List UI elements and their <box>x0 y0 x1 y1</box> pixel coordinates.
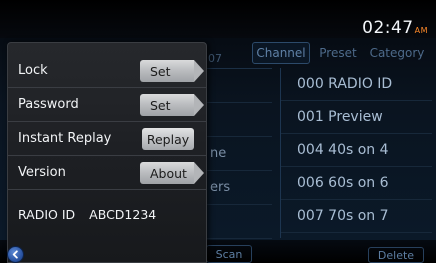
list-item[interactable]: ne <box>206 137 272 171</box>
list-item[interactable] <box>206 103 272 137</box>
clock: 02:47AM <box>362 18 428 38</box>
channel-item[interactable]: 006 60s on 6 <box>281 167 432 200</box>
screen: 02:47AM 07 Channel Preset Category ne er… <box>0 0 436 263</box>
about-button[interactable]: About <box>140 162 204 184</box>
setting-row-instant-replay: Instant Replay Replay <box>8 122 206 156</box>
setting-row-password: Password Set <box>8 88 206 122</box>
channel-list: 000 RADIO ID 001 Preview 004 40s on 4 00… <box>280 68 432 238</box>
delete-button[interactable]: Delete <box>368 247 424 263</box>
list-item[interactable]: ers <box>206 171 272 205</box>
tab-category[interactable]: Category <box>362 42 432 64</box>
background-list: ne ers <box>206 68 272 239</box>
channel-item[interactable]: 007 70s on 7 <box>281 200 432 233</box>
setting-label: Instant Replay <box>18 131 112 146</box>
channel-item[interactable]: 000 RADIO ID <box>281 68 432 101</box>
status-bar: 02:47AM <box>0 0 436 38</box>
back-button[interactable] <box>7 246 24 263</box>
setting-label: Password <box>18 97 79 112</box>
partial-channel-number: 07 <box>208 52 222 65</box>
radio-id-row: RADIO ID ABCD1234 <box>18 207 156 222</box>
radio-id-value: ABCD1234 <box>89 207 157 222</box>
channel-item[interactable]: 001 Preview <box>281 101 432 134</box>
scan-button[interactable]: Scan <box>206 245 252 263</box>
list-item[interactable] <box>206 69 272 103</box>
tab-preset[interactable]: Preset <box>316 42 360 64</box>
clock-ampm: AM <box>414 26 428 35</box>
settings-panel: Lock Set Password Set Instant Replay Rep… <box>7 42 207 263</box>
list-item[interactable] <box>206 205 272 239</box>
setting-label: Lock <box>18 63 48 78</box>
radio-id-label: RADIO ID <box>18 207 76 222</box>
lock-set-button[interactable]: Set <box>140 60 204 82</box>
setting-row-lock: Lock Set <box>8 54 206 88</box>
channel-item[interactable]: 004 40s on 4 <box>281 134 432 167</box>
tab-channel[interactable]: Channel <box>252 42 310 64</box>
replay-button[interactable]: Replay <box>142 128 194 150</box>
clock-time: 02:47 <box>362 18 414 38</box>
password-set-button[interactable]: Set <box>140 94 204 116</box>
setting-label: Version <box>18 165 66 180</box>
chevron-left-icon <box>12 250 18 259</box>
setting-row-version: Version About <box>8 156 206 190</box>
